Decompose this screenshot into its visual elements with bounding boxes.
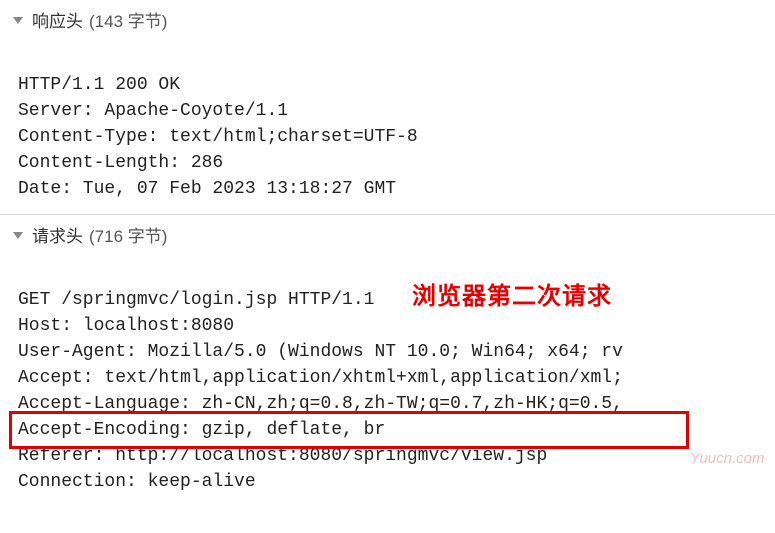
response-headers-body: HTTP/1.1 200 OK Server: Apache-Coyote/1.… [0,38,775,214]
watermark-text: Yuucn.com [690,450,764,467]
response-headers-section: 响应头 (143 字节) HTTP/1.1 200 OK Server: Apa… [0,0,775,215]
response-headers-toggle[interactable]: 响应头 (143 字节) [0,0,775,38]
request-headers-body: GET /springmvc/login.jsp HTTP/1.1 Host: … [0,253,775,533]
header-line: User-Agent: Mozilla/5.0 (Windows NT 10.0… [18,342,623,362]
chevron-down-icon [12,229,24,241]
header-line: HTTP/1.1 200 OK [18,75,180,95]
header-line: GET /springmvc/login.jsp HTTP/1.1 [18,290,374,310]
response-headers-size: (143 字节) [89,7,167,32]
header-line: Referer: http://localhost:8080/springmvc… [18,446,547,466]
header-line: Connection: keep-alive [18,472,256,492]
header-line: Date: Tue, 07 Feb 2023 13:18:27 GMT [18,179,396,199]
response-headers-title: 响应头 [32,7,83,32]
header-line: Content-Type: text/html;charset=UTF-8 [18,127,418,147]
request-headers-title: 请求头 [32,222,83,247]
chevron-down-icon [12,14,24,26]
annotation-label: 浏览器第二次请求 [412,276,612,311]
header-line: Accept-Language: zh-CN,zh;q=0.8,zh-TW;q=… [18,394,623,414]
request-headers-size: (716 字节) [89,222,167,247]
header-line: Accept-Encoding: gzip, deflate, br [18,420,385,440]
header-line: Server: Apache-Coyote/1.1 [18,101,288,121]
request-headers-toggle[interactable]: 请求头 (716 字节) [0,215,775,253]
header-line: Content-Length: 286 [18,153,223,173]
header-line: Host: localhost:8080 [18,316,234,336]
request-headers-section: 请求头 (716 字节) GET /springmvc/login.jsp HT… [0,215,775,533]
header-line: Accept: text/html,application/xhtml+xml,… [18,368,623,388]
